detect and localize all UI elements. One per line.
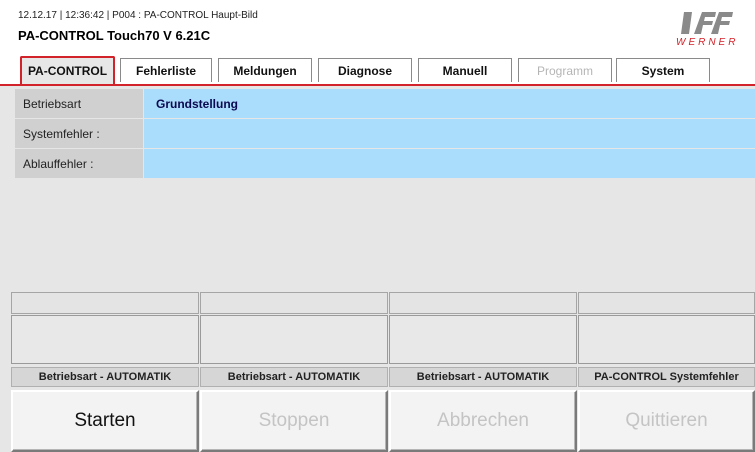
info-value — [144, 119, 755, 148]
status-cell — [200, 292, 388, 314]
info-label: Systemfehler : — [15, 119, 143, 148]
header: 12.12.17 | 12:36:42 | P004 : PA-CONTROL … — [0, 0, 755, 84]
info-label: Ablauffehler : — [15, 149, 143, 178]
status-cell — [389, 315, 577, 364]
tab-programm: Programm — [518, 58, 612, 82]
start-button[interactable]: Starten — [11, 390, 199, 452]
iff-werner-logo: WERNER — [672, 12, 742, 48]
info-row-systemfehler: Systemfehler : — [15, 119, 755, 148]
info-row-ablauffehler: Ablauffehler : — [15, 149, 755, 178]
logo-wordmark: WERNER — [676, 37, 739, 48]
acknowledge-button[interactable]: Quittieren — [578, 390, 755, 452]
info-row-betriebsart: Betriebsart Grundstellung — [15, 89, 755, 118]
main-panel: Betriebsart Grundstellung Systemfehler :… — [0, 86, 755, 452]
tab-meldungen[interactable]: Meldungen — [218, 58, 312, 82]
status-cell — [11, 292, 199, 314]
status-cell — [200, 315, 388, 364]
info-value: Grundstellung — [144, 89, 755, 118]
tab-fehlerliste[interactable]: Fehlerliste — [120, 58, 212, 82]
iff-logo-icon — [681, 12, 733, 34]
stop-button[interactable]: Stoppen — [200, 390, 388, 452]
tab-diagnose[interactable]: Diagnose — [318, 58, 412, 82]
tab-manuell[interactable]: Manuell — [418, 58, 512, 82]
status-cell — [389, 292, 577, 314]
info-label: Betriebsart — [15, 89, 143, 118]
app-title: PA-CONTROL Touch70 V 6.21C — [18, 28, 211, 43]
action-caption: Betriebsart - AUTOMATIK — [200, 367, 388, 387]
action-caption: PA-CONTROL Systemfehler — [578, 367, 755, 387]
action-caption: Betriebsart - AUTOMATIK — [389, 367, 577, 387]
status-cell — [578, 315, 755, 364]
action-caption: Betriebsart - AUTOMATIK — [11, 367, 199, 387]
tab-pa-control[interactable]: PA-CONTROL — [20, 56, 115, 84]
tab-system[interactable]: System — [616, 58, 710, 82]
info-value — [144, 149, 755, 178]
abort-button[interactable]: Abbrechen — [389, 390, 577, 452]
tab-bar: PA-CONTROL Fehlerliste Meldungen Diagnos… — [16, 56, 755, 84]
status-cell — [11, 315, 199, 364]
status-cell — [578, 292, 755, 314]
status-line: 12.12.17 | 12:36:42 | P004 : PA-CONTROL … — [18, 10, 258, 21]
